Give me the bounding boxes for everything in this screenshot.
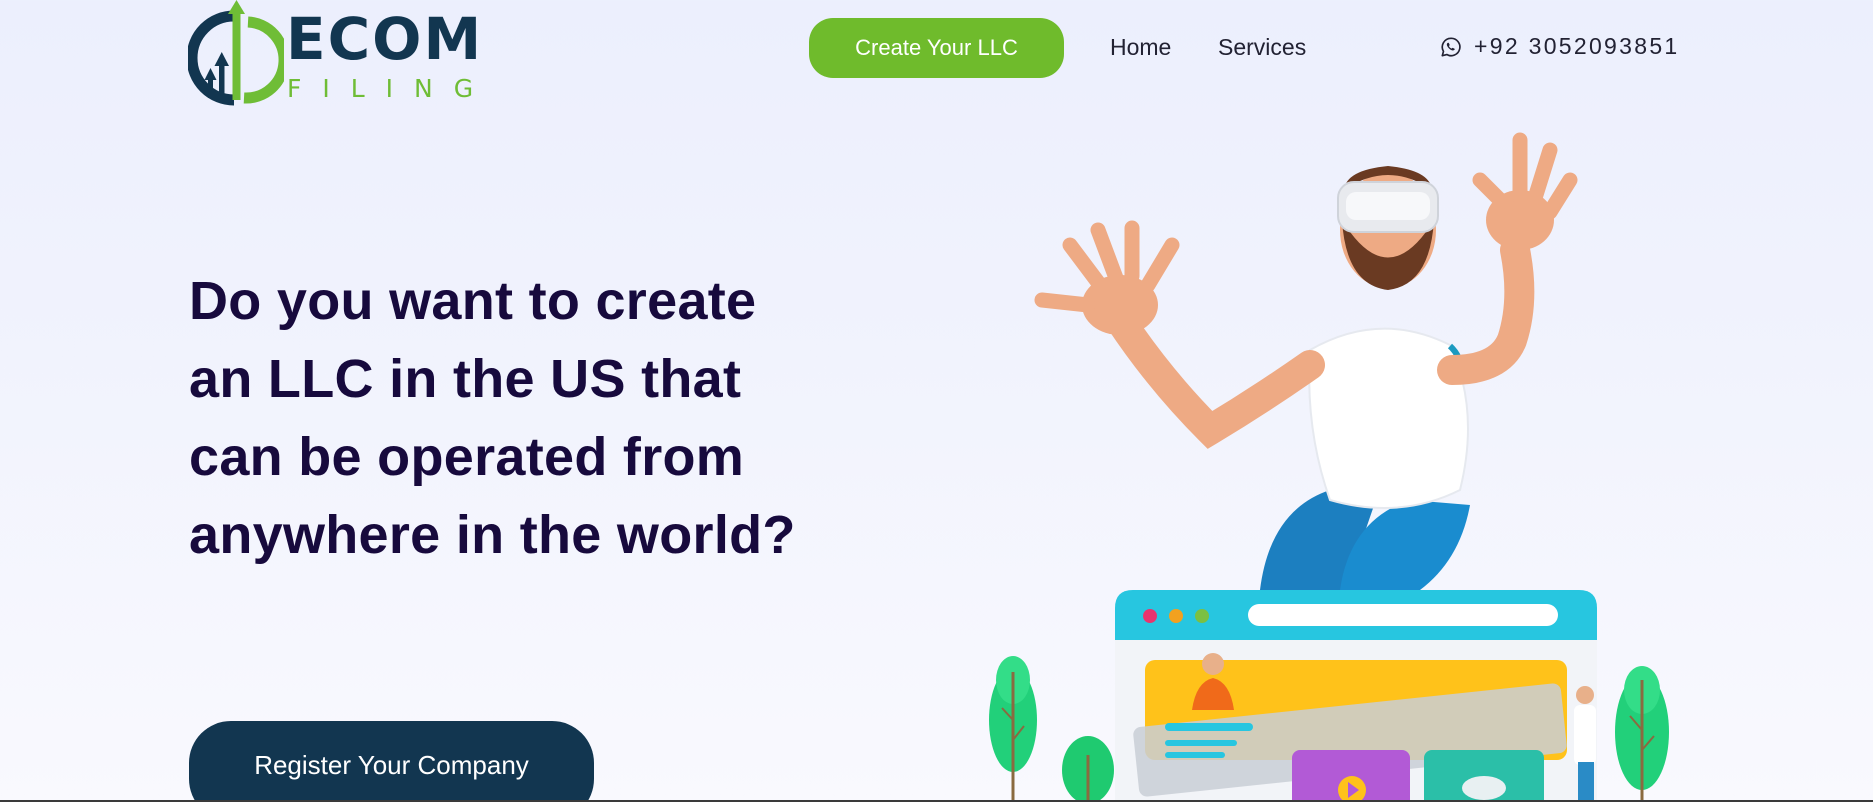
site-header: ECOM FILING Create Your LLC Home Service… (0, 0, 1873, 110)
vr-man-figure (1034, 132, 1578, 590)
tree-right (1615, 666, 1669, 802)
nav-services-link[interactable]: Services (1218, 34, 1306, 61)
whatsapp-icon (1441, 36, 1461, 57)
vr-man-illustration (989, 132, 1669, 802)
logo-wordmark: ECOM (286, 5, 484, 73)
phone-contact[interactable]: +92 3052093851 (1440, 33, 1680, 60)
ecom-filing-logo[interactable]: ECOM FILING (188, 0, 498, 108)
hero-headline: Do you want to create an LLC in the US t… (189, 271, 796, 565)
register-company-button[interactable]: Register Your Company (189, 721, 594, 802)
growth-arrow-icon (188, 0, 284, 106)
nav-home-link[interactable]: Home (1110, 34, 1171, 61)
tree-left (989, 656, 1114, 802)
logo-subtitle: FILING (287, 74, 495, 103)
phone-number: +92 3052093851 (1474, 33, 1680, 59)
create-llc-button[interactable]: Create Your LLC (809, 18, 1064, 78)
browser-window-illustration (1115, 590, 1597, 802)
